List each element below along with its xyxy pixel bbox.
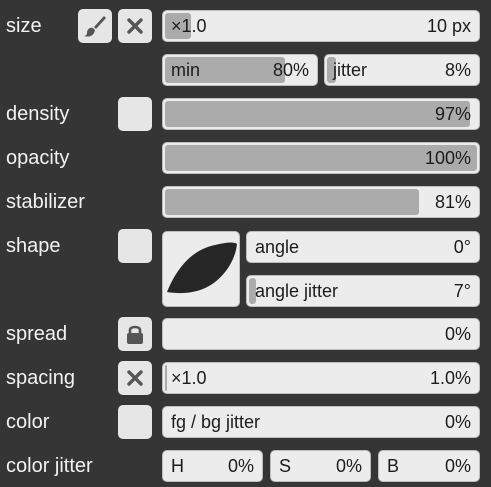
close-icon	[127, 18, 143, 34]
size-value: 10 px	[426, 16, 471, 36]
density-fill	[165, 101, 470, 127]
spacing-value: 1.0%	[429, 368, 471, 388]
size-jitter-label: jitter	[333, 60, 368, 80]
close-icon	[127, 370, 143, 386]
size-multiplier: ×1.0	[171, 16, 207, 36]
brightness-value: 0%	[444, 456, 471, 476]
size-reset-button[interactable]	[118, 9, 152, 43]
opacity-value: 100%	[424, 148, 471, 168]
size-slider[interactable]: ×1.0 10 px	[162, 10, 480, 42]
size-jitter-value: 8%	[444, 60, 471, 80]
angle-jitter-label: angle jitter	[255, 281, 339, 301]
density-pressure-toggle[interactable]	[118, 97, 152, 131]
lock-icon	[127, 325, 143, 344]
spacing-label: spacing	[6, 367, 75, 389]
spread-value: 0%	[444, 324, 471, 344]
density-value: 97%	[434, 104, 471, 124]
angle-value: 0°	[453, 237, 471, 257]
size-label: size	[6, 15, 42, 37]
stabilizer-slider[interactable]: 81%	[162, 186, 480, 218]
shape-label: shape	[6, 235, 61, 257]
color-jitter-label: color jitter	[6, 455, 93, 477]
size-min-label: min	[171, 60, 201, 80]
spread-lock-button[interactable]	[118, 317, 152, 351]
opacity-slider[interactable]: 100%	[162, 142, 480, 174]
angle-label: angle	[255, 237, 300, 257]
brush-icon	[84, 16, 106, 37]
stabilizer-value: 81%	[434, 192, 471, 212]
brightness-label: B	[387, 456, 400, 476]
stabilizer-fill	[165, 189, 419, 215]
spacing-slider[interactable]: ×1.0 1.0%	[162, 362, 480, 394]
fgbg-jitter-label: fg / bg jitter	[171, 412, 261, 432]
density-label: density	[6, 103, 70, 125]
hue-value: 0%	[227, 456, 254, 476]
brush-pressure-toggle[interactable]	[78, 9, 112, 43]
size-min-slider[interactable]: min 80%	[162, 54, 318, 86]
color-toggle[interactable]	[118, 405, 152, 439]
size-jitter-slider[interactable]: jitter 8%	[324, 54, 480, 86]
hue-jitter-slider[interactable]: H 0%	[162, 450, 263, 482]
spacing-reset-button[interactable]	[118, 361, 152, 395]
brush-shape-preview[interactable]	[162, 231, 240, 307]
fgbg-jitter-value: 0%	[444, 412, 471, 432]
angle-jitter-value: 7°	[453, 281, 471, 301]
spread-label: spread	[6, 323, 68, 345]
fgbg-jitter-slider[interactable]: fg / bg jitter 0%	[162, 406, 480, 438]
spacing-multiplier: ×1.0	[171, 368, 207, 388]
saturation-jitter-slider[interactable]: S 0%	[270, 450, 371, 482]
leaf-shape-icon	[167, 242, 237, 294]
brightness-jitter-slider[interactable]: B 0%	[378, 450, 480, 482]
opacity-label: opacity	[6, 147, 70, 169]
shape-toggle[interactable]	[118, 229, 152, 263]
spacing-fill	[165, 365, 167, 391]
saturation-label: S	[279, 456, 292, 476]
angle-slider[interactable]: angle 0°	[246, 231, 480, 263]
hue-label: H	[171, 456, 184, 476]
spread-slider[interactable]: 0%	[162, 318, 480, 350]
saturation-value: 0%	[335, 456, 362, 476]
color-label: color	[6, 411, 50, 433]
stabilizer-label: stabilizer	[6, 191, 85, 213]
density-slider[interactable]: 97%	[162, 98, 480, 130]
size-min-value: 80%	[272, 60, 309, 80]
angle-jitter-slider[interactable]: angle jitter 7°	[246, 275, 480, 307]
